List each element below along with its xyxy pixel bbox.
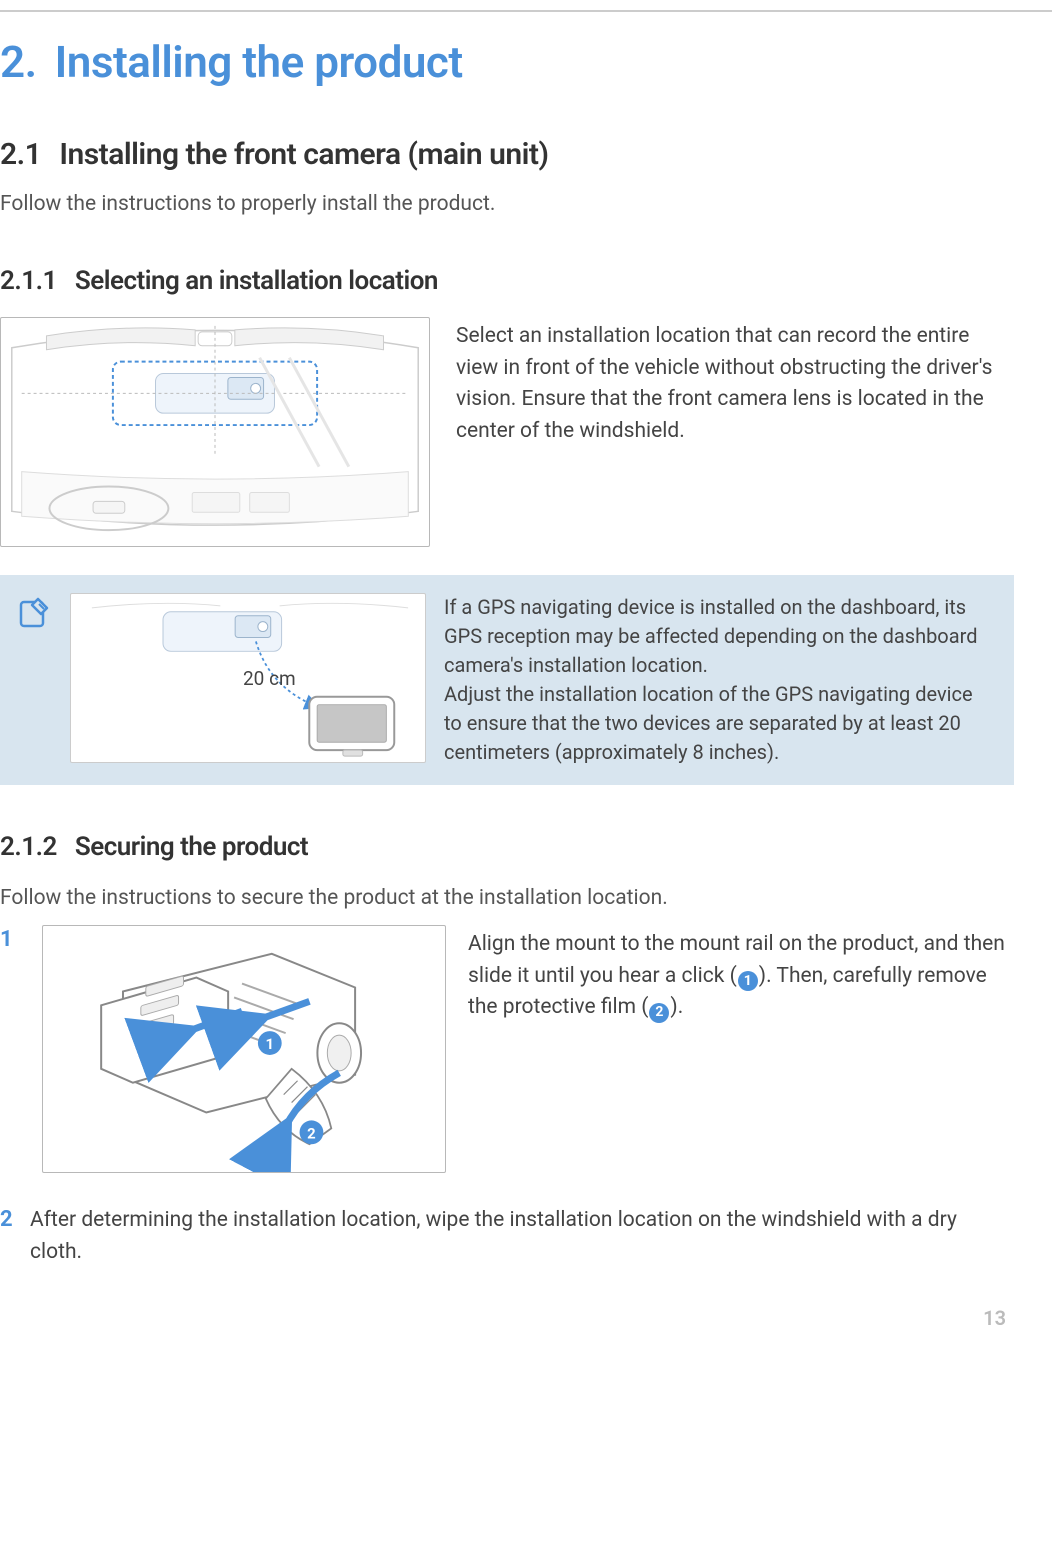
chapter-title: Installing the product	[55, 36, 463, 88]
note-icon	[16, 595, 52, 631]
svg-text:2: 2	[307, 1124, 316, 1142]
section-title: Installing the front camera (main unit)	[59, 137, 548, 172]
section-2-1-intro: Follow the instructions to properly inst…	[0, 190, 1014, 219]
subsection-title: Selecting an installation location	[75, 266, 438, 296]
chapter-number: 2.	[0, 36, 37, 88]
callout-badge-1: 1	[738, 971, 758, 991]
step-2-number: 2	[0, 1205, 20, 1236]
section-2-1-heading: 2.1 Installing the front camera (main uni…	[0, 134, 1014, 176]
step-1-text: Align the mount to the mount rail on the…	[468, 925, 1014, 1024]
callout-badge-2: 2	[649, 1003, 669, 1023]
subsection-2-1-1-body: Select an installation location that can…	[456, 317, 1014, 447]
windshield-location-illustration	[0, 317, 430, 547]
subsection-title: Securing the product	[75, 832, 308, 862]
mount-slide-illustration: 1 2	[42, 925, 446, 1173]
section-number: 2.1	[0, 137, 41, 172]
distance-label: 20 cm	[243, 666, 296, 693]
subsection-number: 2.1.1	[0, 266, 57, 296]
step-2-body: After determining the installation locat…	[30, 1205, 1014, 1268]
note-body: If a GPS navigating device is installed …	[444, 593, 992, 767]
gps-distance-illustration: 20 cm	[70, 593, 426, 763]
step-1-number: 1	[0, 925, 20, 956]
chapter-heading: 2. Installing the product	[0, 32, 1014, 94]
gps-distance-note: 20 cm If a GPS navigating device is inst…	[0, 575, 1014, 785]
subsection-number: 2.1.2	[0, 832, 57, 862]
page-number: 13	[0, 1304, 1014, 1332]
subsection-2-1-2-intro: Follow the instructions to secure the pr…	[0, 884, 1014, 913]
svg-text:1: 1	[266, 1035, 275, 1053]
subsection-2-1-2-heading: 2.1.2 Securing the product	[0, 829, 1014, 865]
subsection-2-1-1-heading: 2.1.1 Selecting an installation location	[0, 263, 1014, 299]
